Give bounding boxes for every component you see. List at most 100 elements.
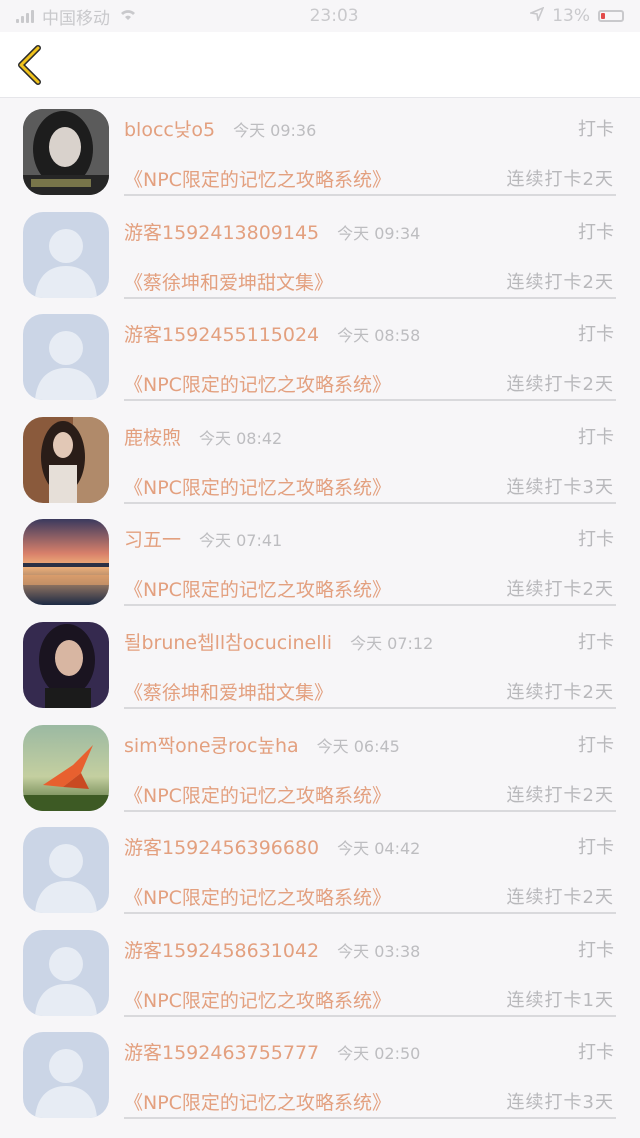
- list-item[interactable]: 游客1592463755777 今天 02:50 打卡 《NPC限定的记忆之攻略…: [0, 1022, 640, 1125]
- book-title-link[interactable]: 《NPC限定的记忆之攻略系统》: [124, 883, 391, 910]
- row-divider: [124, 809, 616, 812]
- checkin-action-label: 打卡: [578, 1042, 614, 1064]
- streak-label: 连续打卡2天: [506, 271, 614, 293]
- avatar[interactable]: [23, 314, 109, 401]
- status-time: 23:03: [309, 6, 359, 26]
- book-title-link[interactable]: 《NPC限定的记忆之攻略系统》: [124, 165, 391, 192]
- checkin-time: 今天 07:12: [350, 633, 434, 653]
- checkin-action-label: 打卡: [578, 324, 614, 346]
- list-item[interactable]: sim짝one쿵roc높ha 今天 06:45 打卡 《NPC限定的记忆之攻略系…: [0, 715, 640, 818]
- list-item[interactable]: 鹿桉煦 今天 08:42 打卡 《NPC限定的记忆之攻略系统》 连续打卡3天: [0, 407, 640, 510]
- avatar[interactable]: [23, 929, 109, 1016]
- username[interactable]: sim짝one쿵roc높ha: [124, 731, 299, 758]
- streak-label: 连续打卡2天: [506, 887, 614, 909]
- avatar[interactable]: [23, 621, 109, 708]
- name-line: 游客1592458631042 今天 03:38: [124, 936, 420, 963]
- back-button[interactable]: [12, 42, 48, 88]
- chevron-left-icon: [18, 45, 41, 85]
- row-divider: [124, 194, 616, 196]
- streak-label: 连续打卡2天: [506, 169, 614, 190]
- row-divider: [124, 604, 616, 607]
- avatar[interactable]: [23, 211, 109, 298]
- row-divider: [124, 296, 616, 299]
- username[interactable]: blocc낮o5: [124, 115, 215, 142]
- book-title-link[interactable]: 《NPC限定的记忆之攻略系统》: [124, 575, 391, 602]
- checkin-time: 今天 08:42: [199, 428, 283, 448]
- name-line: 游客1592413809145 今天 09:34: [124, 218, 420, 245]
- row-divider: [124, 399, 616, 402]
- book-title-link[interactable]: 《NPC限定的记忆之攻略系统》: [124, 986, 391, 1013]
- avatar[interactable]: [23, 724, 109, 811]
- checkin-action-label: 打卡: [578, 837, 614, 859]
- list-item[interactable]: 游客1592413809145 今天 09:34 打卡 《蔡徐坤和爱坤甜文集》 …: [0, 202, 640, 305]
- book-title-link[interactable]: 《蔡徐坤和爱坤甜文集》: [124, 678, 333, 705]
- checkin-action-label: 打卡: [578, 221, 614, 243]
- battery-icon: [597, 10, 624, 22]
- avatar[interactable]: [23, 827, 109, 914]
- streak-label: 连续打卡3天: [506, 1092, 614, 1114]
- streak-label: 连续打卡3天: [506, 476, 614, 498]
- checkin-action-label: 打卡: [578, 119, 614, 140]
- location-icon: [528, 6, 545, 26]
- checkin-time: 今天 06:45: [316, 736, 400, 756]
- username[interactable]: 游客1592458631042: [124, 936, 319, 963]
- streak-label: 连续打卡2天: [506, 374, 614, 396]
- list-item[interactable]: 될brune쳅ll참ocucinelli 今天 07:12 打卡 《蔡徐坤和爱坤…: [0, 612, 640, 715]
- checkin-action-label: 打卡: [578, 631, 614, 653]
- wifi-icon: [118, 6, 138, 26]
- username[interactable]: 鹿桉煦: [124, 423, 181, 450]
- checkin-action-label: 打卡: [578, 529, 614, 551]
- username[interactable]: 游客1592456396680: [124, 833, 319, 860]
- list-item[interactable]: 游客1592455115024 今天 08:58 打卡 《NPC限定的记忆之攻略…: [0, 304, 640, 407]
- list-item[interactable]: 习五一 今天 07:41 打卡 《NPC限定的记忆之攻略系统》 连续打卡2天: [0, 509, 640, 612]
- signal-icon: [16, 9, 34, 23]
- row-divider: [124, 706, 616, 709]
- book-title-link[interactable]: 《蔡徐坤和爱坤甜文集》: [124, 268, 333, 295]
- streak-label: 连续打卡2天: [506, 579, 614, 601]
- name-line: 鹿桉煦 今天 08:42: [124, 423, 282, 450]
- status-right: 13%: [528, 6, 624, 26]
- name-line: 习五一 今天 07:41: [124, 525, 282, 552]
- book-title-link[interactable]: 《NPC限定的记忆之攻略系统》: [124, 473, 391, 500]
- username[interactable]: 될brune쳅ll참ocucinelli: [124, 628, 332, 655]
- checkin-time: 今天 07:41: [199, 531, 283, 551]
- row-divider: [124, 501, 616, 504]
- checkin-action-label: 打卡: [578, 939, 614, 961]
- row-divider: [124, 1117, 616, 1120]
- nav-bar: [0, 32, 640, 98]
- list-item[interactable]: 游客1592456396680 今天 04:42 打卡 《NPC限定的记忆之攻略…: [0, 817, 640, 920]
- avatar[interactable]: [23, 109, 109, 195]
- checkin-action-label: 打卡: [578, 426, 614, 448]
- status-bar: 中国移动 23:03 13%: [0, 0, 640, 32]
- username[interactable]: 游客1592463755777: [124, 1038, 319, 1065]
- name-line: 游客1592463755777 今天 02:50: [124, 1038, 420, 1065]
- carrier-label: 中国移动: [42, 8, 110, 29]
- username[interactable]: 习五一: [124, 525, 181, 552]
- streak-label: 连续打卡2天: [506, 681, 614, 703]
- book-title-link[interactable]: 《NPC限定的记忆之攻略系统》: [124, 370, 391, 397]
- streak-label: 连续打卡1天: [506, 989, 614, 1011]
- checkin-list: blocc낮o5 今天 09:36 打卡 《NPC限定的记忆之攻略系统》 连续打…: [0, 99, 640, 1125]
- checkin-time: 今天 08:58: [337, 326, 421, 346]
- checkin-time: 今天 02:50: [337, 1044, 421, 1064]
- checkin-time: 今天 04:42: [337, 839, 421, 859]
- avatar[interactable]: [23, 519, 109, 606]
- battery-label: 13%: [552, 6, 590, 26]
- username[interactable]: 游客1592413809145: [124, 218, 319, 245]
- list-item[interactable]: blocc낮o5 今天 09:36 打卡 《NPC限定的记忆之攻略系统》 连续打…: [0, 99, 640, 202]
- checkin-action-label: 打卡: [578, 734, 614, 756]
- list-item[interactable]: 游客1592458631042 今天 03:38 打卡 《NPC限定的记忆之攻略…: [0, 920, 640, 1023]
- username[interactable]: 游客1592455115024: [124, 320, 319, 347]
- avatar[interactable]: [23, 416, 109, 503]
- checkin-time: 今天 09:34: [337, 223, 421, 243]
- book-title-link[interactable]: 《NPC限定的记忆之攻略系统》: [124, 1088, 391, 1115]
- name-line: 游客1592456396680 今天 04:42: [124, 833, 420, 860]
- name-line: 될brune쳅ll참ocucinelli 今天 07:12: [124, 628, 433, 655]
- streak-label: 连续打卡2天: [506, 784, 614, 806]
- row-divider: [124, 1014, 616, 1017]
- checkin-time: 今天 09:36: [233, 121, 317, 140]
- avatar[interactable]: [23, 1032, 109, 1119]
- name-line: blocc낮o5 今天 09:36: [124, 115, 316, 142]
- status-left: 中国移动: [16, 4, 138, 29]
- book-title-link[interactable]: 《NPC限定的记忆之攻略系统》: [124, 781, 391, 808]
